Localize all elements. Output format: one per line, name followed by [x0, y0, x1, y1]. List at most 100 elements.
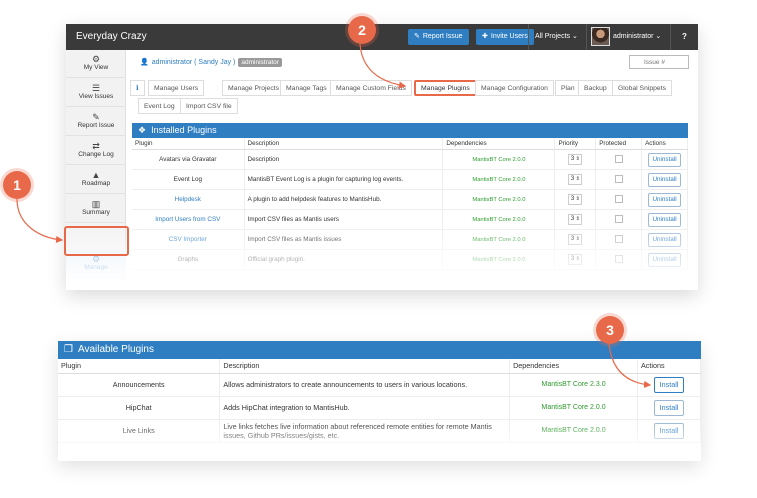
priority-select[interactable]: 3 ⇕: [568, 154, 583, 165]
tab-manage-custom-fields[interactable]: Manage Custom Fields: [330, 80, 412, 96]
protected-cell: [595, 189, 643, 210]
retweet-icon: ⇄: [92, 141, 100, 151]
issue-search-input[interactable]: [629, 55, 689, 69]
tab-manage-plugins[interactable]: Manage Plugins: [414, 80, 477, 96]
uninstall-button[interactable]: Uninstall: [648, 172, 681, 187]
table-body: Announcements Allows administrators to cr…: [58, 373, 701, 443]
priority-cell: 3 ⇕: [554, 149, 597, 170]
help-button[interactable]: ?: [670, 24, 698, 50]
project-selector[interactable]: All Projects ⌄: [528, 24, 584, 50]
installed-plugins-panel: ❖ Installed Plugins Plugin Description Depe…: [132, 123, 688, 270]
installed-plugins-title: ❖ Installed Plugins: [132, 123, 688, 138]
plugin-name[interactable]: CSV Importer: [132, 229, 245, 250]
uninstall-button[interactable]: Uninstall: [648, 252, 681, 267]
callout-step-3: 3: [596, 316, 624, 344]
plugin-name: Live Links: [58, 419, 221, 443]
tab-global-snippets[interactable]: Global Snippets: [612, 80, 672, 96]
column-header: Actions: [637, 359, 701, 374]
report-issue-button[interactable]: ✎ Report Issue: [408, 29, 469, 45]
brand-title: Everyday Crazy: [76, 31, 147, 42]
install-button[interactable]: Install: [653, 399, 685, 416]
plugin-description: Import CSV files as Mantis users: [244, 209, 444, 230]
tab-manage-projects[interactable]: Manage Projects: [222, 80, 286, 96]
actions-cell: Uninstall: [641, 149, 688, 170]
protected-checkbox[interactable]: [614, 234, 623, 243]
tab-manage-configuration[interactable]: Manage Configuration: [475, 80, 554, 96]
sidebar-item-label: Summary: [82, 209, 110, 216]
manage-tabs: ℹ Manage Users Manage Projects Manage Tags M…: [130, 80, 694, 114]
tab-manage-tags[interactable]: Manage Tags: [280, 80, 333, 96]
sidebar-item-label: Manage: [84, 264, 108, 271]
sidebar-item-change-log[interactable]: ⇄ Change Log: [66, 137, 126, 165]
column-header: Description: [219, 359, 511, 374]
edit-icon: ✎: [414, 33, 420, 40]
chevron-down-icon: ⌄: [571, 33, 578, 40]
sidebar-item-time-tracking[interactable]: ◷Time Tracking: [66, 280, 126, 290]
priority-select[interactable]: 3 ⇕: [568, 194, 583, 205]
bar-chart-icon: ▥: [91, 199, 101, 209]
protected-checkbox[interactable]: [614, 174, 623, 183]
table-header: Plugin Description Dependencies Priority Pro…: [132, 138, 688, 150]
invite-users-button[interactable]: ✚ Invite Users: [476, 29, 534, 45]
arrow-1: [16, 198, 64, 244]
plugin-description: Adds HipChat integration to MantisHub.: [219, 396, 511, 420]
protected-checkbox[interactable]: [614, 254, 623, 263]
priority-cell: 3 ⇕: [554, 189, 597, 210]
protected-cell: [595, 229, 643, 250]
plugin-dependencies: MantisBT Core 2.0.0: [442, 209, 556, 230]
tab-plan[interactable]: Plan: [555, 80, 581, 96]
plugin-description: MantisBT Event Log is a plugin for captu…: [244, 169, 444, 190]
available-plugins-panel: ❒ Available Plugins Plugin Description Depe…: [58, 341, 701, 461]
uninstall-button[interactable]: Uninstall: [648, 212, 681, 227]
uninstall-button[interactable]: Uninstall: [648, 232, 681, 247]
chevron-updown-icon: ⇕: [574, 196, 580, 202]
protected-checkbox[interactable]: [614, 214, 623, 223]
plugin-name: Event Log: [132, 169, 245, 190]
user-menu[interactable]: administrator ⌄: [586, 24, 668, 50]
column-header: Plugin: [132, 138, 245, 150]
breadcrumb-user[interactable]: administrator ( Sandy Jay ): [152, 59, 236, 66]
cubes-icon: ❖: [138, 125, 147, 135]
uninstall-button[interactable]: Uninstall: [648, 192, 681, 207]
plugin-name[interactable]: Helpdesk: [132, 189, 245, 210]
available-plugins-title: ❒ Available Plugins: [58, 341, 701, 359]
priority-select[interactable]: 3 ⇕: [568, 174, 583, 185]
priority-select[interactable]: 3 ⇕: [568, 214, 583, 225]
plugin-description: Official graph plugin.: [244, 249, 444, 270]
priority-cell: 3 ⇕: [554, 249, 597, 270]
protected-checkbox[interactable]: [614, 194, 623, 203]
install-button[interactable]: Install: [653, 376, 685, 393]
column-header: Protected: [595, 138, 643, 150]
table-body: Avatars via Gravatar Description MantisBT …: [132, 149, 688, 270]
plugin-name[interactable]: Import Users from CSV: [132, 209, 245, 230]
sidebar-item-label: Change Log: [78, 151, 114, 158]
table-row: HipChat Adds HipChat integration to Manti…: [58, 396, 701, 420]
actions-cell: Install: [637, 419, 701, 443]
uninstall-button[interactable]: Uninstall: [648, 152, 681, 167]
sidebar-item-report-issue[interactable]: ✎ Report Issue: [66, 108, 126, 136]
install-button[interactable]: Install: [653, 422, 685, 439]
info-icon[interactable]: ℹ: [130, 80, 145, 96]
tab-import-csv-file[interactable]: Import CSV file: [180, 98, 238, 114]
protected-cell: [595, 209, 643, 230]
chevron-down-icon: ⌄: [655, 33, 662, 40]
available-plugins-title-text: Available Plugins: [77, 344, 154, 355]
sidebar-item-my-view[interactable]: ⚙ My View: [66, 50, 126, 78]
protected-checkbox[interactable]: [614, 154, 623, 163]
actions-cell: Uninstall: [641, 169, 688, 190]
list-icon: ☰: [91, 83, 101, 93]
table-row: Announcements Allows administrators to cr…: [58, 373, 701, 397]
manage-highlight: [64, 226, 129, 256]
sidebar-item-roadmap[interactable]: ▲ Roadmap: [66, 166, 126, 194]
priority-select[interactable]: 3 ⇕: [568, 254, 583, 265]
column-header: Priority: [554, 138, 597, 150]
tab-manage-users[interactable]: Manage Users: [148, 80, 205, 96]
tab-event-log[interactable]: Event Log: [138, 98, 181, 114]
chevron-updown-icon: ⇕: [574, 256, 580, 262]
sidebar-item-view-issues[interactable]: ☰ View Issues: [66, 79, 126, 107]
priority-select[interactable]: 3 ⇕: [568, 234, 583, 245]
clock-icon: ◷: [92, 284, 100, 290]
plugin-description: Live links fetches live information abou…: [219, 419, 511, 443]
tab-backup[interactable]: Backup: [578, 80, 613, 96]
sidebar-item-summary[interactable]: ▥ Summary: [66, 195, 126, 223]
